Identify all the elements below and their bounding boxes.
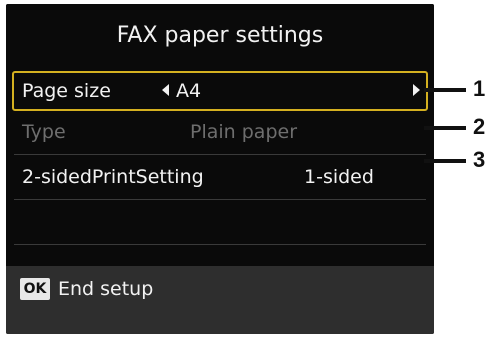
callout-number-1: 1 xyxy=(473,76,486,101)
callout-line-2 xyxy=(424,126,466,130)
type-value: Plain paper xyxy=(190,121,298,143)
arrow-right-icon[interactable] xyxy=(413,84,420,96)
end-setup-label: End setup xyxy=(58,278,154,300)
setting-row-2-sided[interactable]: 2-sidedPrintSetting 1-sided xyxy=(14,155,426,200)
setting-row-type: Type Plain paper xyxy=(14,110,426,155)
empty-row xyxy=(14,200,426,245)
callout-line-3 xyxy=(424,159,466,163)
ok-button-icon[interactable]: OK xyxy=(20,278,50,300)
callout-number-3: 3 xyxy=(473,147,486,172)
screen-title: FAX paper settings xyxy=(6,4,434,66)
settings-list: Page size A4 Type Plain paper 2-sidedPri… xyxy=(6,66,434,266)
setting-row-page-size[interactable]: Page size A4 xyxy=(12,71,428,111)
callout-number-2: 2 xyxy=(473,114,486,139)
callout-line-1 xyxy=(424,88,466,92)
footer: OK End setup xyxy=(6,266,434,334)
page-size-label: Page size xyxy=(22,80,111,102)
2-sided-value: 1-sided xyxy=(304,166,374,188)
lcd-screen: FAX paper settings Page size A4 Type Pla… xyxy=(6,4,434,334)
page-size-value: A4 xyxy=(176,80,202,102)
type-label: Type xyxy=(22,121,66,143)
arrow-left-icon[interactable] xyxy=(162,84,169,96)
2-sided-label: 2-sidedPrintSetting xyxy=(22,166,204,188)
